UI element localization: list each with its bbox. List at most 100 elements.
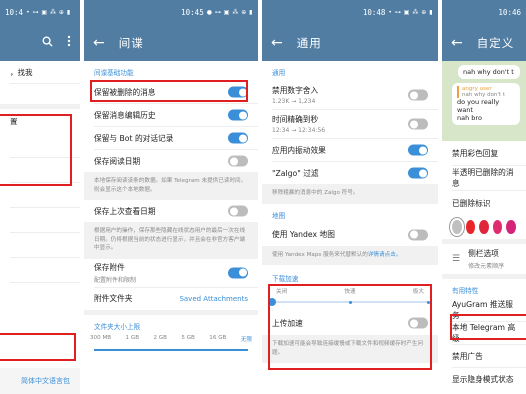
panel-chat-list: 10:4 • ⊶ ▣ ⁂ ⊕ ▮ ，找我 置 简体中文语言包	[0, 0, 80, 394]
language-pack-link[interactable]: 简体中文语言包	[0, 368, 80, 394]
status-time: 10:46	[498, 7, 521, 17]
save-read-date-toggle[interactable]	[228, 155, 248, 167]
attachment-folder-row[interactable]: 附件文件夹 Saved Attachments	[84, 287, 258, 310]
status-time: 10:45	[181, 7, 204, 17]
save-last-seen-toggle[interactable]	[228, 205, 248, 217]
page-title: 自定义	[476, 35, 515, 50]
hint-text: 移除粗暴的消息中的 Zalgo 符号。	[262, 184, 438, 204]
hint-text: 本地保存阅读该条的数据。如果 Telegram 未提供已读时间，则会显示这个本地…	[84, 172, 258, 200]
keep-deleted-toggle[interactable]	[228, 86, 248, 98]
zalgo-filter-toggle[interactable]	[408, 167, 428, 179]
local-premium-row[interactable]: 本地 Telegram 高级	[442, 322, 526, 344]
panel-customize: 10:46 ← 自定义 nah why don't t angry user n…	[442, 0, 526, 394]
size-option-label[interactable]: 2 GB	[153, 335, 167, 343]
hint-text: 下载加速可能会导致连接缓慢或下载文件和视频缓存时产生问题。	[262, 335, 438, 363]
list-item[interactable]	[0, 233, 80, 257]
details-link[interactable]: 详情请点击。	[368, 252, 402, 258]
keep-edit-history-toggle[interactable]	[228, 109, 248, 121]
keep-deleted-messages-row[interactable]: 保留被删除的消息	[84, 81, 258, 103]
size-option-label[interactable]: 16 GB	[209, 335, 226, 343]
time-seconds-row[interactable]: 时间精确到秒 12:34 → 12:34:56	[262, 110, 438, 138]
status-bar: 10:4 • ⊶ ▣ ⁂ ⊕ ▮	[0, 0, 80, 24]
reply-quote: angry user nah why don't t	[457, 86, 515, 98]
panel-spy-settings: 10:45 ● ⊶ ▣ ⁂ ⊕ ▮ ← 间谍 间谍基础功能 保留被删除的消息 保…	[84, 0, 258, 394]
settings-list: ，找我 置	[0, 61, 80, 307]
disable-colorful-replies-row[interactable]: 禁用彩色回复	[442, 141, 526, 165]
save-read-date-row[interactable]: 保存阅读日期	[84, 150, 258, 172]
save-attachments-row[interactable]: 保存附件 配置附件和限制	[84, 258, 258, 287]
status-icons: ● ⊶ ▣ ⁂ ⊕ ▮	[206, 8, 253, 16]
deleted-mark-row[interactable]: 已删除标识	[442, 191, 526, 215]
keep-edit-history-row[interactable]: 保留消息编辑历史	[84, 104, 258, 126]
upload-boost-row[interactable]: 上传加速	[262, 311, 438, 335]
list-item[interactable]	[0, 183, 80, 207]
save-attachments-toggle[interactable]	[228, 267, 248, 278]
color-swatch[interactable]	[492, 220, 503, 234]
keep-bot-chats-toggle[interactable]	[228, 132, 248, 144]
search-icon[interactable]	[42, 36, 53, 50]
back-arrow-icon[interactable]: ←	[271, 36, 283, 50]
list-item[interactable]	[0, 133, 80, 157]
upload-boost-toggle[interactable]	[408, 317, 428, 329]
size-option-label[interactable]: 无限	[241, 335, 252, 343]
hint-text: 根据用户的操作，保存那些隐藏在线状态用户的最后一次在线日期。仍将根据当前的状态进…	[84, 222, 258, 259]
status-time: 10:4	[5, 7, 24, 17]
section-title: 通用	[272, 69, 286, 77]
translucent-deleted-row[interactable]: 半透明已删除的消息	[442, 166, 526, 190]
top-bar: ← 通用	[262, 24, 438, 61]
section-title: 文件夹大小上限	[94, 322, 141, 331]
size-limit-labels: 300 MB 1 GB 2 GB 5 GB 16 GB 无限	[84, 335, 258, 343]
download-speed-labels: 关闭 快速 极大	[276, 289, 424, 295]
hint-text: 使用 Yandex Maps 服务来代替默认的详情请点击。	[262, 245, 438, 265]
list-item[interactable]	[0, 283, 80, 307]
color-swatch[interactable]	[452, 220, 462, 234]
status-bar: 10:46	[442, 0, 526, 24]
slider-stop	[426, 300, 430, 304]
status-bar: 10:45 ● ⊶ ▣ ⁂ ⊕ ▮	[84, 0, 258, 24]
download-speed-slider[interactable]	[268, 297, 430, 307]
status-bar: 10:48 • ⊶ ▣ ⁂ ⊕ ▮	[262, 0, 438, 24]
page-title: 通用	[296, 35, 322, 50]
vibration-row[interactable]: 应用内振动效果	[262, 139, 438, 161]
section-title: 有用特性	[452, 287, 479, 295]
back-arrow-icon[interactable]: ←	[451, 36, 463, 50]
push-service-row[interactable]: AyuGram 推送服务	[442, 299, 526, 321]
ghost-mode-status-row[interactable]: 显示隐身模式状态	[442, 368, 526, 390]
zalgo-filter-row[interactable]: "Zalgo" 过滤	[262, 162, 438, 184]
list-item[interactable]	[0, 208, 80, 232]
disable-ads-row[interactable]: 禁用广告	[442, 345, 526, 367]
time-seconds-toggle[interactable]	[408, 118, 428, 130]
color-swatch[interactable]	[465, 220, 476, 234]
size-option-label[interactable]: 5 GB	[181, 335, 195, 343]
color-swatch[interactable]	[479, 220, 489, 234]
list-item[interactable]	[0, 84, 80, 104]
side-options-row[interactable]: ☰ 侧栏选项 修改元素顺序	[442, 244, 526, 274]
list-item[interactable]: ，找我	[0, 61, 80, 83]
list-item[interactable]	[0, 158, 80, 182]
disable-number-rounding-toggle[interactable]	[408, 89, 428, 101]
vibration-toggle[interactable]	[408, 144, 428, 156]
slider-stop	[348, 300, 352, 304]
size-limit-slider[interactable]	[94, 345, 248, 355]
page-title: 间谍	[118, 35, 144, 50]
size-option-label[interactable]: 1 GB	[126, 335, 140, 343]
more-icon[interactable]	[67, 35, 71, 50]
list-item[interactable]	[0, 258, 80, 282]
list-item[interactable]: 置	[0, 109, 80, 133]
slider-knob[interactable]	[268, 298, 276, 306]
top-bar: ← 间谍	[84, 24, 258, 61]
yandex-maps-toggle[interactable]	[408, 229, 428, 240]
color-swatch[interactable]	[506, 220, 516, 234]
color-swatches	[442, 215, 526, 239]
message-bubble: angry user nah why don't t do you really…	[452, 83, 520, 125]
back-arrow-icon[interactable]: ←	[93, 36, 105, 50]
status-icons: • ⊶ ▣ ⁂ ⊕ ▮	[26, 8, 71, 16]
section-title: 间谍基础功能	[94, 69, 134, 77]
yandex-maps-row[interactable]: 使用 Yandex 地图	[262, 223, 438, 246]
section-title: 下载加速	[272, 275, 299, 283]
keep-bot-chats-row[interactable]: 保留与 Bot 的对话记录	[84, 127, 258, 149]
save-last-seen-row[interactable]: 保存上次查看日期	[84, 200, 258, 222]
size-option-label[interactable]: 300 MB	[90, 335, 111, 343]
top-bar: ← 自定义	[442, 24, 526, 61]
disable-number-rounding-row[interactable]: 禁用数字舍入 1.23K → 1,234	[262, 81, 438, 109]
